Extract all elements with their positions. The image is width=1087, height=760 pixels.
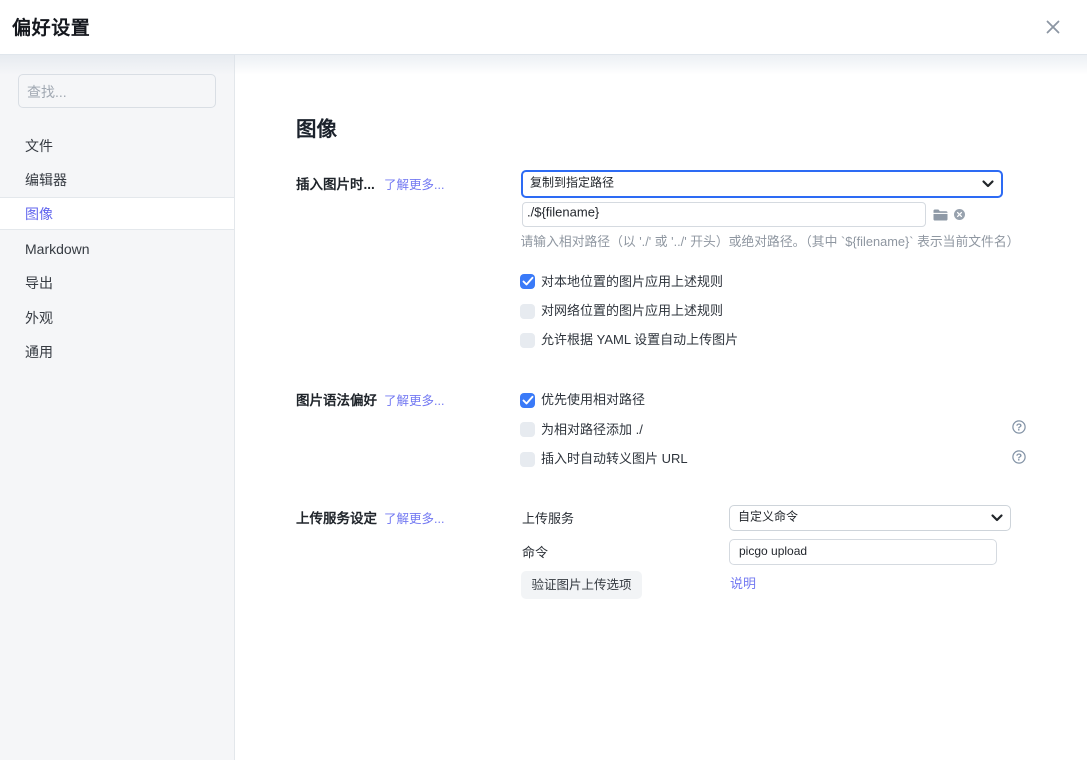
svg-text:?: ? [1016,422,1022,434]
svg-text:?: ? [1016,452,1022,464]
